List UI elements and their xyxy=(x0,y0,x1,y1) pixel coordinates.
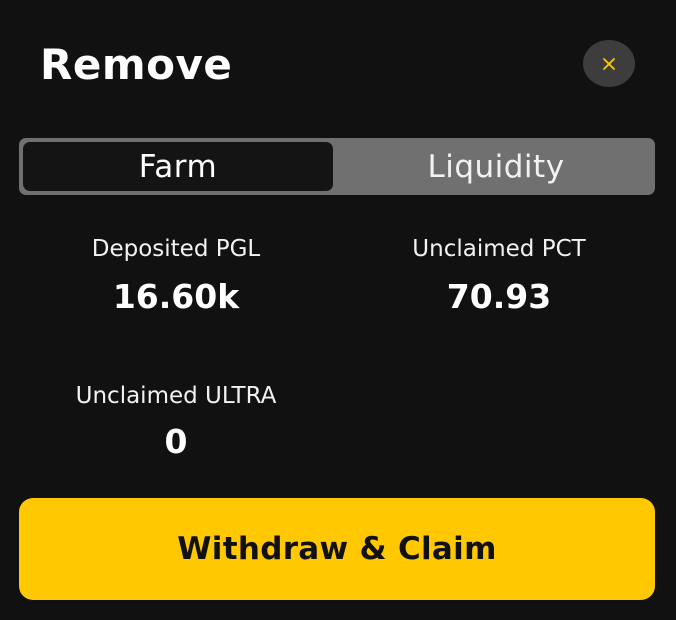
tab-liquidity[interactable]: Liquidity xyxy=(337,138,655,195)
stat-deposited-pgl: Deposited PGL 16.60k xyxy=(16,234,336,318)
tab-switcher: Farm Liquidity xyxy=(19,138,655,195)
stat-label: Unclaimed PCT xyxy=(412,236,586,262)
remove-modal: Remove Farm Liquidity Deposited PGL 16.6… xyxy=(0,0,676,620)
stat-value: 0 xyxy=(164,422,188,461)
stat-label: Deposited PGL xyxy=(91,236,261,262)
withdraw-claim-button[interactable]: Withdraw & Claim xyxy=(19,498,655,600)
stat-value: 70.93 xyxy=(446,277,552,316)
stat-unclaimed-ultra: Unclaimed ULTRA 0 xyxy=(16,381,336,463)
stat-unclaimed-pct: Unclaimed PCT 70.93 xyxy=(339,234,659,318)
close-button[interactable] xyxy=(583,40,635,87)
tab-farm[interactable]: Farm xyxy=(23,142,333,191)
modal-title: Remove xyxy=(40,40,233,89)
stat-value: 16.60k xyxy=(112,277,240,316)
close-icon xyxy=(602,57,616,71)
stat-label: Unclaimed ULTRA xyxy=(75,383,277,409)
